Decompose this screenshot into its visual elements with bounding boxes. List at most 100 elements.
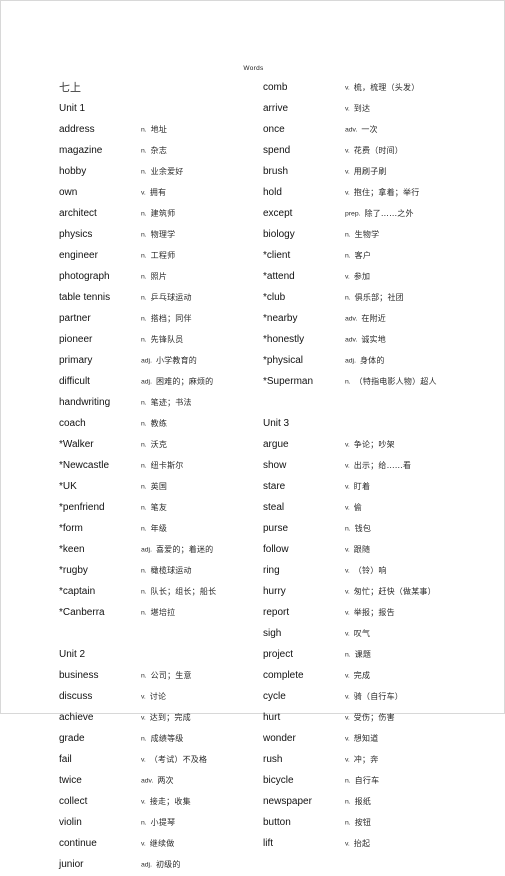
unit-heading: Unit 3 <box>263 418 290 429</box>
definition: 拥有 <box>149 188 167 197</box>
vocabulary-word: *physical <box>263 355 304 366</box>
vocabulary-row: *UK n. 英国 <box>59 476 251 497</box>
part-of-speech: v. <box>141 756 146 764</box>
part-of-speech: v. <box>345 756 350 764</box>
vocabulary-word: lift <box>263 838 273 849</box>
definition: 小提琴 <box>150 818 176 827</box>
vocabulary-row: photograph n. 照片 <box>59 266 251 287</box>
definition: 继续做 <box>149 839 175 848</box>
vocabulary-word: once <box>263 124 285 135</box>
definition: 抱住；拿着；举行 <box>353 188 420 197</box>
vocabulary-row: collect v. 接走；收集 <box>59 791 251 812</box>
part-of-speech: v. <box>345 462 350 470</box>
definition: 杂志 <box>150 146 168 155</box>
part-of-speech: v. <box>345 105 350 113</box>
definition: 堪培拉 <box>150 608 176 617</box>
vocabulary-word: wonder <box>263 733 296 744</box>
part-of-speech: n. <box>141 252 147 260</box>
definition: 出示；给……看 <box>353 461 412 470</box>
vocabulary-word: show <box>263 460 287 471</box>
vocabulary-row: stare v. 盯着 <box>263 476 505 497</box>
part-of-speech: adj. <box>345 357 356 365</box>
definition: 英国 <box>150 482 168 491</box>
definition: 盯着 <box>353 482 371 491</box>
vocabulary-row: *penfriend n. 笔友 <box>59 497 251 518</box>
part-of-speech: v. <box>141 714 146 722</box>
vocabulary-word: argue <box>263 439 289 450</box>
definition: 乒乓球运动 <box>150 293 192 302</box>
left-column: 七上 Unit 1 address n. 地址 magazine n. 杂志 hobby n. 业… <box>1 77 251 875</box>
vocabulary-row: discuss v. 讨论 <box>59 686 251 707</box>
part-of-speech: v. <box>345 693 350 701</box>
vocabulary-word: comb <box>263 82 288 93</box>
vocabulary-word: steal <box>263 502 285 513</box>
definition: 梳，梳理（头发） <box>353 83 420 92</box>
vocabulary-word: own <box>59 187 78 198</box>
definition: （考试）不及格 <box>149 755 208 764</box>
definition: 教练 <box>150 419 168 428</box>
definition: 冲；奔 <box>353 755 379 764</box>
vocabulary-word: fail <box>59 754 72 765</box>
vocabulary-row: once adv. 一次 <box>263 119 505 140</box>
vocabulary-word: purse <box>263 523 289 534</box>
definition: 报纸 <box>354 797 372 806</box>
definition: 工程师 <box>150 251 176 260</box>
vocabulary-word: violin <box>59 817 82 828</box>
definition: 争论；吵架 <box>353 440 395 449</box>
part-of-speech: n. <box>141 735 147 743</box>
part-of-speech: n. <box>345 651 351 659</box>
definition: 参加 <box>353 272 371 281</box>
vocabulary-row: *captain n. 队长；组长；船长 <box>59 581 251 602</box>
vocabulary-row: pioneer n. 先锋队员 <box>59 329 251 350</box>
vocabulary-row: arrive v. 到达 <box>263 98 505 119</box>
vocabulary-word: bicycle <box>263 775 294 786</box>
vocabulary-row: grade n. 成绩等级 <box>59 728 251 749</box>
definition: 公司；生意 <box>150 671 192 680</box>
vocabulary-row: *keen adj. 喜爱的；着迷的 <box>59 539 251 560</box>
vocabulary-word: complete <box>263 670 304 681</box>
vocabulary-word: grade <box>59 733 85 744</box>
word-list-columns: 七上 Unit 1 address n. 地址 magazine n. 杂志 hobby n. 业… <box>1 77 505 875</box>
vocabulary-row: *Canberra n. 堪培拉 <box>59 602 251 623</box>
definition: （铃）响 <box>353 566 387 575</box>
vocabulary-word: *Newcastle <box>59 460 110 471</box>
part-of-speech: adj. <box>141 546 152 554</box>
vocabulary-word: arrive <box>263 103 289 114</box>
vocabulary-row: show v. 出示；给……看 <box>263 455 505 476</box>
unit-heading: Unit 1 <box>59 103 86 114</box>
part-of-speech: n. <box>141 210 147 218</box>
vocabulary-word: cycle <box>263 691 286 702</box>
vocabulary-word: newspaper <box>263 796 312 807</box>
definition: 队长；组长；船长 <box>150 587 217 596</box>
part-of-speech: v. <box>345 588 350 596</box>
part-of-speech: adv. <box>345 336 358 344</box>
part-of-speech: n. <box>141 525 147 533</box>
part-of-speech: n. <box>141 567 147 575</box>
vocabulary-row: project n. 课题 <box>263 644 505 665</box>
part-of-speech: n. <box>141 294 147 302</box>
vocabulary-row: bicycle n. 自行车 <box>263 770 505 791</box>
part-of-speech: adj. <box>141 357 152 365</box>
part-of-speech: n. <box>141 483 147 491</box>
definition: （特指电影人物）超人 <box>354 377 437 386</box>
part-of-speech: v. <box>345 483 350 491</box>
definition: 诚实地 <box>361 335 386 344</box>
part-of-speech: n. <box>141 462 147 470</box>
vocabulary-row: *physical adj. 身体的 <box>263 350 505 371</box>
part-of-speech: n. <box>141 441 147 449</box>
definition: 照片 <box>150 272 168 281</box>
vocabulary-word: difficult <box>59 376 90 387</box>
part-of-speech: v. <box>345 504 350 512</box>
vocabulary-row: coach n. 教练 <box>59 413 251 434</box>
vocabulary-word: physics <box>59 229 93 240</box>
vocabulary-word: hobby <box>59 166 87 177</box>
vocabulary-word: hold <box>263 187 282 198</box>
part-of-speech: v. <box>345 735 350 743</box>
volume-heading: 七上 <box>59 81 81 94</box>
definition: 到达 <box>353 104 371 113</box>
definition: 建筑师 <box>150 209 176 218</box>
vocabulary-row: magazine n. 杂志 <box>59 140 251 161</box>
part-of-speech: v. <box>141 189 146 197</box>
part-of-speech: v. <box>345 84 350 92</box>
